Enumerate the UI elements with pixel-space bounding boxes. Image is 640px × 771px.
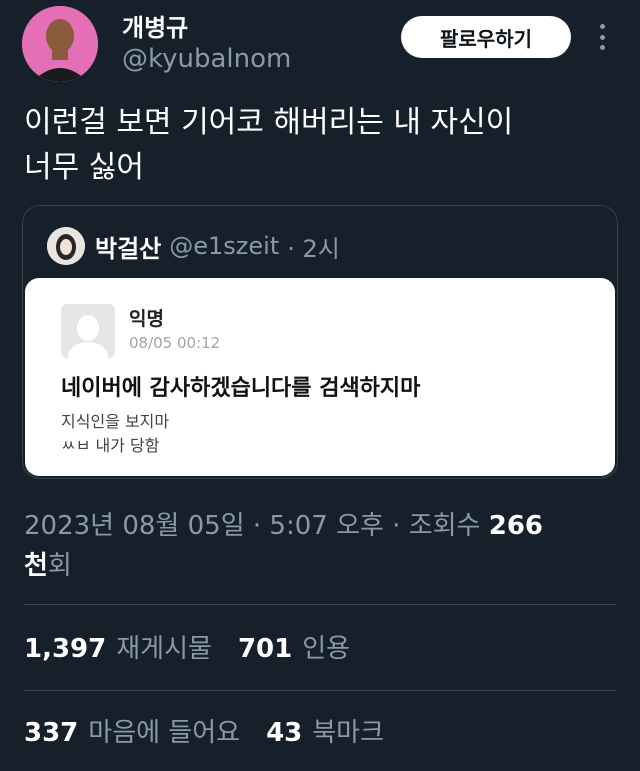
repost-label[interactable]: 재게시물 (116, 628, 212, 665)
stats-row-likes: 337 마음에 들어요 43 북마크 (24, 712, 410, 749)
author-avatar[interactable] (22, 6, 98, 82)
quoted-author-name: 박걸산 (95, 234, 162, 263)
quoted-tweet-image[interactable]: 익명 08/05 00:12 네이버에 감사하겠습니다를 검색하지마 지식인을 … (25, 278, 615, 476)
more-options-icon[interactable] (592, 20, 612, 54)
tweet-text-line: 너무 싫어 (24, 150, 144, 185)
tweet-timestamp: 2023년 08월 05일 · 5:07 오후 · 조회수 266 (24, 508, 624, 544)
stats-row-reposts: 1,397 재게시물 701 인용 (24, 628, 376, 665)
quoted-tweet-time: · 2시 (287, 234, 340, 263)
tweet-text-line: 이런걸 보면 기어코 해버리는 내 자신이 (24, 105, 514, 140)
post-body-line: 지식인을 보지마 (61, 412, 170, 431)
author-name[interactable]: 개병규 (122, 8, 188, 43)
follow-button[interactable]: 팔로우하기 (401, 16, 571, 58)
anonymous-name: 익명 (129, 308, 164, 330)
bookmark-count[interactable]: 43 (266, 718, 302, 748)
tweet-header: 개병규 @kyubalnom 팔로우하기 (0, 0, 640, 90)
anonymous-post-date: 08/05 00:12 (129, 334, 221, 352)
view-count-suffix: 회 (47, 551, 72, 581)
divider (24, 604, 616, 605)
view-count: 266 (488, 511, 544, 541)
anonymous-user-icon (61, 304, 115, 358)
quote-count[interactable]: 701 (238, 634, 292, 664)
post-body: 지식인을 보지마 ㅆㅂ 내가 당함 (61, 410, 169, 458)
quoted-author-avatar (47, 227, 85, 265)
quote-label[interactable]: 인용 (302, 628, 350, 665)
post-title: 네이버에 감사하겠습니다를 검색하지마 (61, 376, 421, 401)
view-count-continued: 천회 (24, 548, 72, 584)
like-count[interactable]: 337 (24, 718, 78, 748)
quoted-tweet-header: 박걸산 @e1szeit · 2시 (47, 226, 340, 266)
tweet-text: 이런걸 보면 기어코 해버리는 내 자신이 너무 싫어 (24, 100, 624, 190)
quoted-tweet-card[interactable]: 박걸산 @e1szeit · 2시 익명 08/05 00:12 네이버에 감사… (22, 205, 618, 479)
post-body-line: ㅆㅂ 내가 당함 (61, 436, 160, 455)
divider (24, 690, 616, 691)
author-handle[interactable]: @kyubalnom (122, 44, 291, 74)
view-count-unit: 천 (24, 551, 48, 581)
timestamp-text: 2023년 08월 05일 · 5:07 오후 · 조회수 (24, 511, 481, 541)
like-label[interactable]: 마음에 들어요 (88, 712, 240, 749)
quoted-author-handle: @e1szeit (169, 232, 280, 260)
bookmark-label[interactable]: 북마크 (312, 712, 384, 749)
repost-count[interactable]: 1,397 (24, 634, 106, 664)
